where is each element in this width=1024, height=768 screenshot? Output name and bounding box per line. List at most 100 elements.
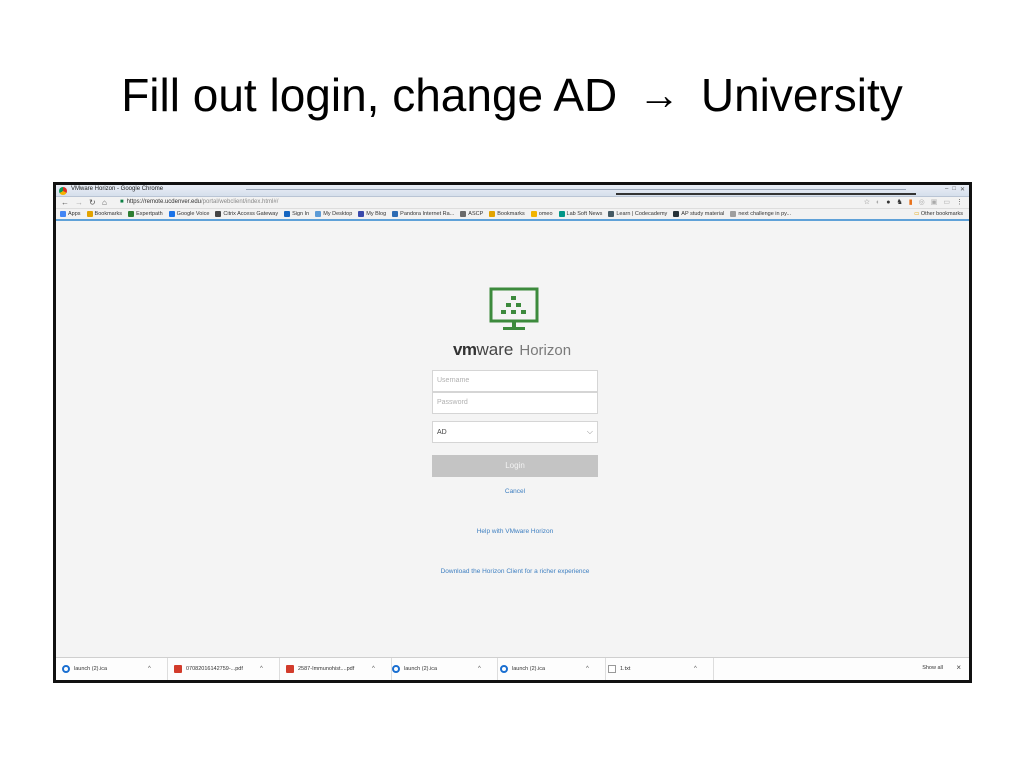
download-item[interactable]: 1.txt ^ bbox=[602, 658, 714, 680]
download-filename: launch (2).ica bbox=[74, 666, 108, 672]
forward-arrow-icon[interactable]: → bbox=[75, 198, 83, 208]
chevron-up-icon[interactable]: ^ bbox=[260, 666, 263, 672]
horizon-desktop-icon bbox=[489, 287, 539, 330]
bookmark-label: Expertpath bbox=[136, 211, 163, 217]
chevron-up-icon[interactable]: ^ bbox=[372, 666, 375, 672]
bookmark-item[interactable]: My Blog bbox=[358, 211, 386, 217]
bookmark-item[interactable]: next challenge in py... bbox=[730, 211, 791, 217]
bookmark-label: ASCP bbox=[468, 211, 484, 217]
extension-icon[interactable]: ▣ bbox=[931, 198, 938, 207]
password-input[interactable]: Password bbox=[432, 392, 598, 414]
brand-product: Horizon bbox=[519, 342, 572, 359]
bookmark-item[interactable]: ASCP bbox=[460, 211, 483, 217]
bookmark-icon bbox=[128, 211, 135, 217]
chevron-up-icon[interactable]: ^ bbox=[478, 666, 481, 672]
cast-icon[interactable]: ▭ bbox=[943, 198, 950, 207]
download-filename: 1.txt bbox=[620, 666, 631, 672]
slide-title-target: University bbox=[700, 69, 903, 121]
help-link[interactable]: Help with VMware Horizon bbox=[432, 528, 598, 535]
domain-select[interactable]: AD ⌵ bbox=[432, 421, 598, 443]
bookmark-item[interactable]: Bookmarks bbox=[86, 211, 122, 217]
extension-icons: ☆ ◐ ● ♞ ▮ ◎ ▣ ▭ ⋮ bbox=[864, 198, 963, 207]
download-item[interactable]: 2587-Immunohist....pdf ^ bbox=[280, 658, 392, 680]
bookmarks-list: Apps Bookmarks Expertpath Google Voice Citri… bbox=[60, 211, 791, 217]
bookmark-item[interactable]: Learn | Codecademy bbox=[608, 211, 667, 217]
bookmark-icon bbox=[460, 211, 467, 217]
bookmark-item[interactable]: My Desktop bbox=[315, 211, 352, 217]
bookmark-item[interactable]: AP study material bbox=[673, 211, 724, 217]
ica-file-icon bbox=[500, 665, 508, 673]
login-button[interactable]: Login bbox=[432, 455, 598, 477]
slide-title: Fill out login, change AD → University bbox=[0, 68, 1024, 122]
office-icon[interactable]: ▮ bbox=[909, 198, 913, 207]
extension-icon[interactable]: ● bbox=[886, 198, 890, 207]
extension-icon[interactable]: ◐ bbox=[876, 198, 880, 207]
vmware-horizon-logo: vmware Horizon bbox=[432, 340, 592, 360]
url-field[interactable]: ■ https://remote.ucdenver.edu/portal/webc… bbox=[120, 199, 278, 205]
url-host: https://remote.ucdenver.edu bbox=[126, 199, 202, 205]
bookmark-item[interactable]: Sign In bbox=[284, 211, 309, 217]
browser-screenshot: VMware Horizon - Google Chrome – □ ✕ ← →… bbox=[53, 182, 972, 683]
bookmark-item[interactable]: Bookmarks bbox=[489, 211, 525, 217]
download-filename: launch (2).ica bbox=[512, 666, 546, 672]
bookmark-item[interactable]: Lab Soft News bbox=[558, 211, 603, 217]
download-item[interactable]: launch (2).ica ^ bbox=[494, 658, 606, 680]
bookmark-item[interactable]: Pandora Internet Ra... bbox=[392, 211, 454, 217]
maximize-icon[interactable]: □ bbox=[952, 186, 956, 193]
lock-icon: ■ bbox=[120, 199, 124, 205]
home-icon[interactable]: ⌂ bbox=[102, 198, 107, 208]
bookmark-label: Google Voice bbox=[176, 211, 210, 217]
tab-strip-active bbox=[616, 193, 916, 195]
back-arrow-icon[interactable]: ← bbox=[61, 198, 69, 208]
bookmark-label: AP study material bbox=[681, 211, 725, 217]
bookmark-icon bbox=[284, 211, 291, 217]
login-page: vmware Horizon Username Password AD ⌵ Log… bbox=[56, 223, 969, 658]
bookmark-label: Bookmarks bbox=[497, 211, 525, 217]
bookmark-label: Lab Soft News bbox=[566, 211, 603, 217]
menu-icon[interactable]: ⋮ bbox=[956, 198, 963, 207]
download-item[interactable]: 07082016142759-...pdf ^ bbox=[168, 658, 280, 680]
close-icon[interactable]: × bbox=[956, 663, 961, 672]
bookmark-item[interactable]: Expertpath bbox=[128, 211, 163, 217]
bookmark-label: next challenge in py... bbox=[738, 211, 792, 217]
window-controls: – □ ✕ bbox=[945, 186, 965, 193]
bookmark-item[interactable]: Apps bbox=[60, 211, 81, 217]
bookmark-icon bbox=[60, 211, 66, 217]
download-filename: 2587-Immunohist....pdf bbox=[298, 666, 355, 672]
bookmark-label: Apps bbox=[68, 211, 81, 217]
bookmark-item[interactable]: Google Voice bbox=[168, 211, 210, 217]
username-input[interactable]: Username bbox=[432, 370, 598, 392]
chevron-down-icon: ⌵ bbox=[586, 427, 593, 436]
username-placeholder: Username bbox=[437, 377, 470, 384]
bookmark-icon bbox=[86, 211, 93, 217]
bookmark-icon bbox=[673, 211, 680, 217]
chevron-up-icon[interactable]: ^ bbox=[586, 666, 589, 672]
bookmark-icon bbox=[489, 211, 496, 217]
star-icon[interactable]: ☆ bbox=[864, 198, 870, 207]
chevron-up-icon[interactable]: ^ bbox=[148, 666, 151, 672]
slide-title-text: Fill out login, change AD bbox=[121, 69, 618, 121]
bookmark-icon bbox=[168, 211, 175, 217]
other-bookmarks[interactable]: ▭ Other bookmarks bbox=[914, 211, 963, 217]
minimize-icon[interactable]: – bbox=[945, 186, 948, 193]
ica-file-icon bbox=[392, 665, 400, 673]
domain-value: AD bbox=[437, 428, 447, 436]
other-bookmarks-label: Other bookmarks bbox=[920, 211, 963, 217]
download-item[interactable]: launch (2).ica ^ bbox=[56, 658, 168, 680]
close-icon[interactable]: ✕ bbox=[960, 186, 965, 193]
bookmark-item[interactable]: omeo bbox=[530, 211, 553, 217]
bookmark-item[interactable]: Citrix Access Gateway bbox=[215, 211, 278, 217]
download-client-link[interactable]: Download the Horizon Client for a richer… bbox=[386, 568, 644, 575]
download-item[interactable]: launch (2).ica ^ bbox=[386, 658, 498, 680]
bookmark-label: Sign In bbox=[292, 211, 310, 217]
reload-icon[interactable]: ↻ bbox=[89, 198, 96, 208]
pdf-file-icon bbox=[174, 665, 182, 673]
extension-icon[interactable]: ♞ bbox=[897, 198, 903, 207]
bookmark-label: My Desktop bbox=[323, 211, 353, 217]
bookmark-icon bbox=[608, 211, 615, 217]
cancel-link[interactable]: Cancel bbox=[432, 488, 598, 495]
chevron-up-icon[interactable]: ^ bbox=[694, 666, 697, 672]
show-all-button[interactable]: Show all bbox=[922, 665, 943, 671]
extension-icon[interactable]: ◎ bbox=[919, 198, 925, 207]
download-filename: 07082016142759-...pdf bbox=[186, 666, 243, 672]
